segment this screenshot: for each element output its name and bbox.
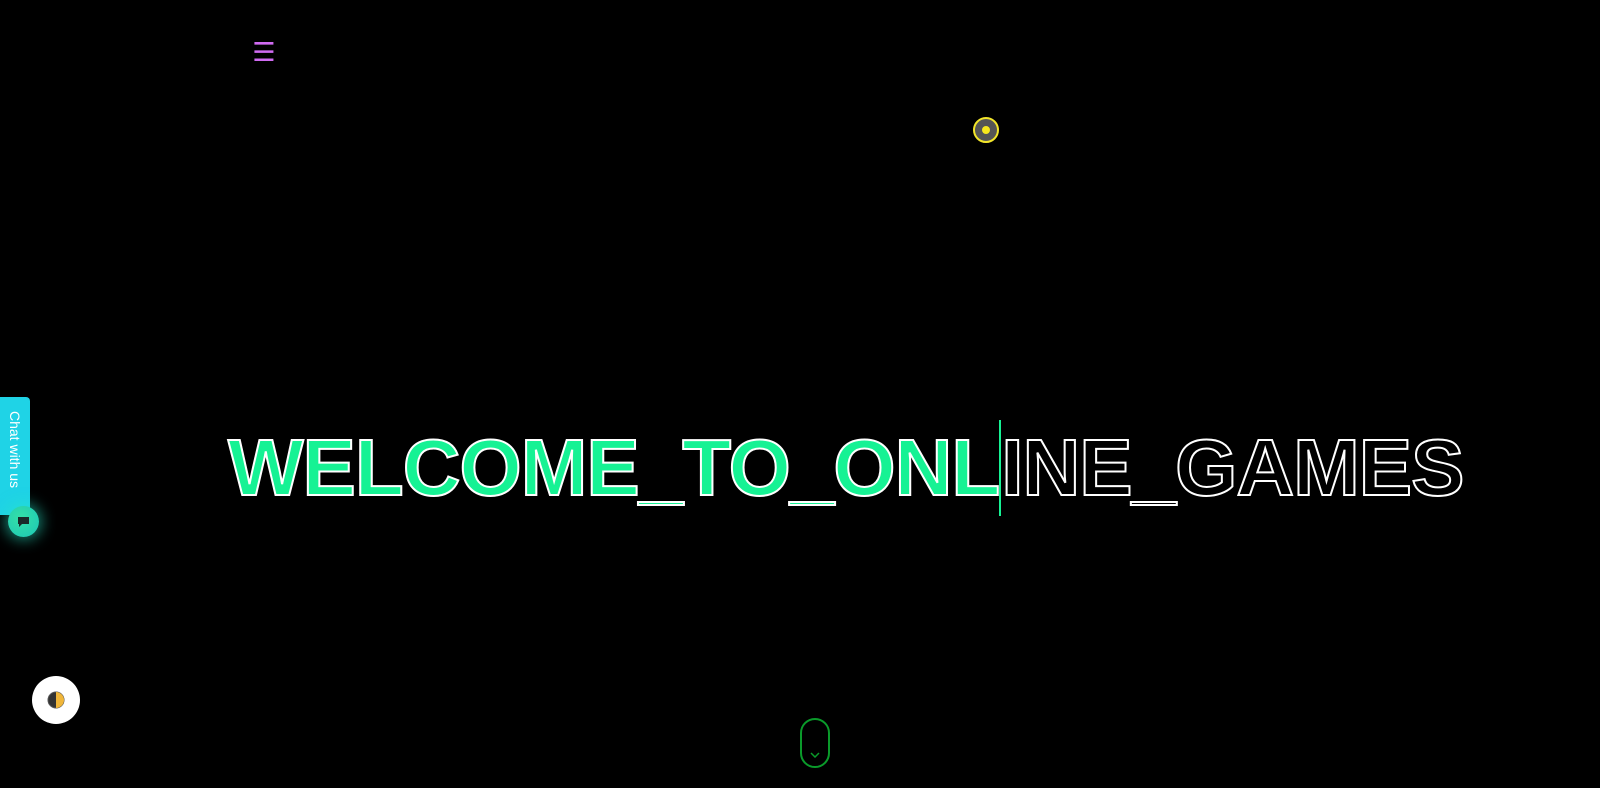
hamburger-menu-button[interactable]: ☰ [249,38,279,68]
chevron-down-icon [810,752,820,758]
theme-toggle-button[interactable] [32,676,80,724]
hero-title: WELCOME_TO_ONLINE_GAMES [227,420,1465,516]
hero-typed-text: WELCOME_TO_ONL [227,422,1001,513]
scroll-down-indicator[interactable] [800,718,830,768]
cursor-dot [982,126,990,134]
half-moon-icon [47,691,65,709]
cursor-ring-icon [973,117,999,143]
chat-bubble-icon [18,517,29,527]
page: ☰ WELCOME_TO_ONLINE_GAMES Chat with us [0,0,1600,788]
hero-remaining-text: INE_GAMES [1000,422,1465,513]
chat-bubble-button[interactable] [8,506,39,537]
chat-with-us-tab[interactable]: Chat with us [0,397,30,515]
chat-tab-label: Chat with us [7,411,23,489]
